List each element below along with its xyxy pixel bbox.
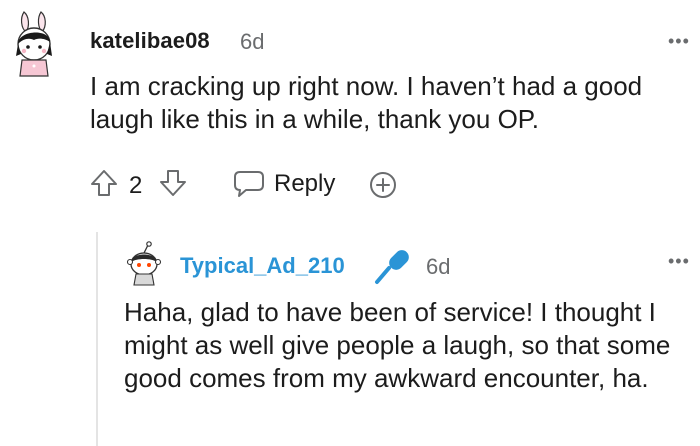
reply-author[interactable]: Typical_Ad_210 — [180, 253, 345, 279]
comment-body: I am cracking up right now. I haven’t ha… — [90, 71, 643, 134]
more-options-icon[interactable]: ••• — [668, 252, 690, 270]
user-avatar[interactable] — [124, 240, 164, 286]
comment-author[interactable]: katelibae08 — [90, 28, 210, 54]
reply-icon — [234, 171, 264, 197]
reply-label: Reply — [274, 170, 336, 197]
reply-body: Haha, glad to have been of service! I th… — [124, 297, 671, 393]
comment-timestamp: 6d — [240, 29, 265, 54]
downvote-icon[interactable] — [158, 168, 188, 198]
upvote-icon[interactable] — [89, 168, 119, 198]
thread-line[interactable] — [96, 232, 98, 446]
vote-count: 2 — [129, 172, 143, 199]
microphone-icon — [375, 250, 409, 284]
user-avatar[interactable] — [8, 8, 62, 78]
more-options-icon[interactable]: ••• — [668, 32, 690, 50]
reply-button[interactable]: Reply — [232, 166, 335, 202]
reply-timestamp: 6d — [426, 254, 451, 279]
award-icon[interactable] — [366, 170, 400, 200]
